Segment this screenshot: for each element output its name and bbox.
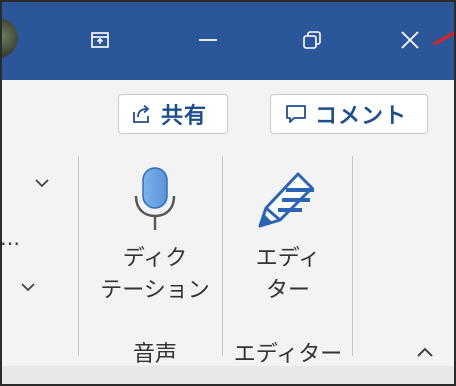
editor-pen-icon [258,172,314,228]
restore-icon [303,31,321,49]
close-icon [401,31,419,49]
title-bar [0,0,456,80]
group-label-voice: 音声 [132,342,177,367]
chevron-down-icon[interactable] [34,178,50,188]
dictate-label-line1: ディク [122,246,188,271]
restore-button[interactable] [282,0,342,80]
close-button[interactable] [380,0,440,80]
ribbon-display-icon [91,32,109,48]
ribbon-display-options-button[interactable] [70,0,130,80]
dictate-button[interactable]: ディク テーション [90,156,220,306]
group-separator [352,156,353,356]
comment-icon [286,105,306,123]
user-avatar[interactable] [0,18,18,58]
editor-button[interactable]: エディ ター [232,156,344,306]
editor-label-line2: ター [265,278,310,303]
group-separator [78,156,79,356]
partial-menu-ellipsis[interactable]: … [0,226,20,250]
group-label-editor: エディター [233,342,343,367]
red-pointer-arrow [433,30,456,46]
share-button[interactable]: 共有 [118,94,228,134]
ribbon: … ディク テーション エディ ター 音声 エディター [0,146,456,367]
minimize-icon [199,39,217,41]
editor-label-line1: エディ [255,246,321,271]
share-label: 共有 [161,104,208,129]
dictate-label-line2: テーション [100,278,210,303]
chevron-up-icon[interactable] [416,346,434,358]
share-icon [133,104,150,123]
minimize-button[interactable] [178,0,238,80]
word-window-crop: 共有 コメント … ディク テーション エディ ター 音声 エディター [0,0,456,386]
comment-label: コメント [315,104,408,129]
microphone-icon [134,167,176,230]
group-separator [222,156,223,356]
ribbon-bottom-edge [0,366,456,386]
command-bar: 共有 コメント [0,80,456,146]
chevron-down-icon[interactable] [20,282,36,292]
comment-button[interactable]: コメント [270,94,428,134]
